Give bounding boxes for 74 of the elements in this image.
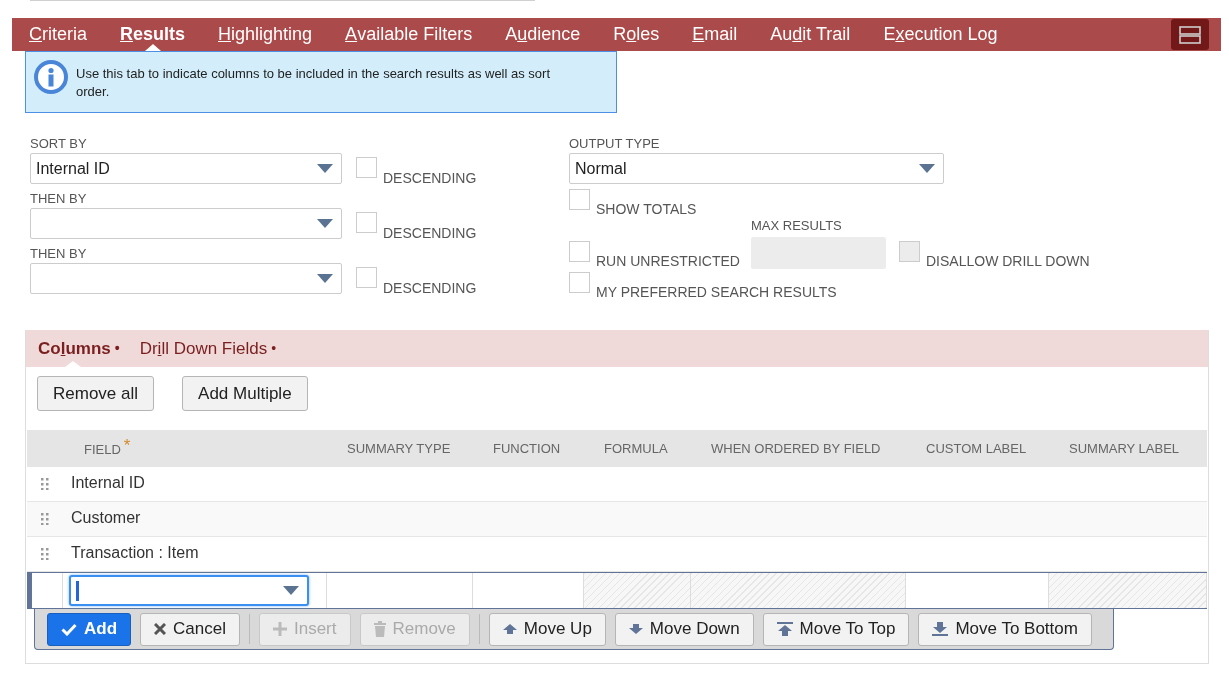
down-arrow-icon [628, 624, 643, 634]
checkbox[interactable] [356, 212, 377, 233]
toolbar-button[interactable]: Move To Bottom [918, 612, 1092, 646]
drag-handle-icon[interactable] [41, 548, 49, 560]
table-cell-text: Transaction : Item [70, 543, 199, 563]
checkbox-label: DESCENDING [383, 281, 477, 295]
move-to-top-icon [776, 622, 793, 636]
tab[interactable]: Email [692, 18, 738, 51]
field-label: THEN BY [30, 192, 88, 206]
field-label: SORT BY [30, 137, 88, 151]
drag-handle-icon[interactable] [41, 478, 49, 490]
dropdown-caret-icon [919, 164, 935, 173]
select-field[interactable]: Normal [569, 153, 944, 184]
close-icon [154, 623, 167, 635]
checkbox-label: MY PREFERRED SEARCH RESULTS [596, 285, 837, 299]
checkbox-label: DISALLOW DRILL DOWN [926, 254, 1090, 268]
tab[interactable]: Roles [613, 18, 660, 51]
column-header: SUMMARY TYPE [347, 440, 451, 456]
required-mark: * [123, 435, 131, 455]
checkbox[interactable] [569, 272, 590, 293]
trash-icon [373, 621, 386, 637]
checkbox-label: RUN UNRESTRICTED [596, 254, 740, 268]
field-label: OUTPUT TYPE [569, 137, 661, 151]
tab[interactable]: Highlighting [218, 18, 313, 51]
toolbar-button[interactable]: Move To Top [762, 612, 910, 646]
two-panes-icon [1179, 25, 1201, 44]
checkbox-label: SHOW TOTALS [596, 202, 697, 216]
column-header: FORMULA [604, 440, 668, 456]
dropdown-caret-icon [283, 586, 299, 595]
subtab[interactable]: Drill Down Fields • [139, 330, 277, 367]
toolbar-button[interactable]: Cancel [140, 612, 240, 646]
toolbar-button[interactable]: Add [47, 612, 132, 646]
selected-tab-pointer-icon [64, 361, 81, 367]
dropdown-caret-icon [317, 219, 333, 228]
info-text: Use this tab to indicate columns to be included in the search results as well as sort order. [76, 65, 552, 101]
column-header: CUSTOM LABEL [926, 440, 1027, 456]
text-cursor-icon [76, 580, 79, 601]
select-field[interactable] [30, 208, 342, 239]
table-cell-text: Internal ID [70, 473, 145, 493]
move-to-bottom-icon [932, 622, 949, 636]
tab[interactable]: Audit Trail [770, 18, 851, 51]
checkbox-label: DESCENDING [383, 226, 477, 240]
column-header: FIELD [84, 441, 121, 457]
field-label: MAX RESULTS [751, 219, 843, 233]
dropdown-caret-icon [317, 164, 333, 173]
action-button[interactable]: Add Multiple [182, 376, 308, 411]
checkmark-icon [61, 622, 77, 636]
toolbar-button[interactable]: Move Down [614, 612, 754, 646]
checkbox[interactable] [356, 267, 377, 288]
tab[interactable]: Execution Log [883, 18, 998, 51]
subtab[interactable]: Columns • [38, 330, 120, 367]
checkbox[interactable] [569, 189, 590, 210]
tab[interactable]: Audience [505, 18, 581, 51]
table-cell-text: Customer [70, 508, 141, 528]
checkbox[interactable] [356, 157, 377, 178]
dropdown-caret-icon [317, 274, 333, 283]
field-label: THEN BY [30, 247, 88, 261]
checkbox-label: DESCENDING [383, 171, 477, 185]
plus-icon [272, 622, 287, 636]
toolbar-button[interactable]: Move Up [488, 612, 606, 646]
action-button[interactable]: Remove all [37, 376, 155, 411]
layout-toggle-button[interactable] [1171, 19, 1209, 50]
checkbox[interactable] [569, 241, 590, 262]
column-header: FUNCTION [493, 440, 561, 456]
info-icon [34, 60, 68, 94]
up-arrow-icon [502, 624, 517, 634]
tab[interactable]: Criteria [29, 18, 87, 51]
field-select[interactable] [69, 575, 309, 606]
select-field[interactable]: Internal ID [30, 153, 342, 184]
select-field[interactable] [30, 263, 342, 294]
drag-handle-icon[interactable] [41, 513, 49, 525]
column-header: SUMMARY LABEL [1069, 440, 1180, 456]
column-header: WHEN ORDERED BY FIELD [711, 440, 881, 456]
tab[interactable]: Available Filters [345, 18, 473, 51]
